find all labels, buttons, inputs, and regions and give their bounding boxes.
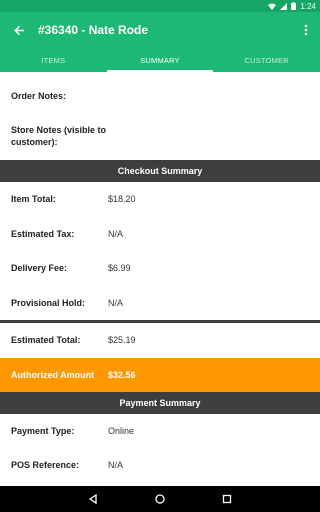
estimated-total-row: Estimated Total: $25.19 [0,323,320,358]
authorized-amount-row: Authorized Amount $32.56 [0,357,320,392]
item-total-label: Item Total: [11,194,56,205]
tab-summary[interactable]: SUMMARY [106,48,214,72]
tab-items[interactable]: ITEMS [0,48,107,72]
payment-type-row: Payment Type: Online [0,414,320,449]
provisional-hold-row: Provisional Hold: N/A [0,286,320,321]
signal-icon [280,2,288,10]
pos-reference-label: POS Reference: [11,460,80,471]
checkout-summary-header: Checkout Summary [0,160,320,182]
estimated-tax-label: Estimated Tax: [11,228,75,239]
estimated-total-value: $25.19 [108,335,136,346]
estimated-tax-row: Estimated Tax: N/A [0,217,320,252]
nav-back-icon[interactable] [88,494,98,504]
delivery-fee-row: Delivery Fee: $6.99 [0,251,320,286]
status-time: 1:24 [300,1,316,11]
page-title: #36340 - Nate Rode [38,23,149,37]
nav-home-icon[interactable] [155,494,165,504]
nav-recents-icon[interactable] [222,494,232,504]
tab-customer[interactable]: CUSTOMER [213,48,320,72]
status-bar: 1:24 [0,0,320,12]
system-nav-bar [0,486,320,512]
arrow-back-icon [13,25,24,35]
pos-reference-value: N/A [108,460,124,471]
app-bar: #36340 - Nate Rode [0,12,320,48]
item-total-row: Item Total: $18.20 [0,182,320,217]
tab-bar: ITEMS SUMMARY CUSTOMER [0,48,320,72]
payment-summary-header: Payment Summary [0,391,320,414]
overflow-menu-button[interactable] [298,12,314,48]
estimated-total-label: Estimated Total: [11,335,81,346]
delivery-fee-label: Delivery Fee: [11,263,68,274]
store-notes-label: Store Notes (visible to customer): [11,125,107,147]
pos-reference-row: POS Reference: N/A [0,448,320,483]
wifi-icon [268,3,277,10]
authorized-amount-value: $32.56 [108,369,136,380]
more-vert-icon [304,24,308,36]
provisional-hold-value: N/A [108,297,124,308]
summary-content: Order Notes: Store Notes (visible to cus… [0,72,320,483]
item-total-value: $18.20 [108,194,136,205]
back-button[interactable] [4,12,34,48]
payment-type-value: Online [108,425,135,436]
authorized-amount-label: Authorized Amount [11,369,95,380]
order-notes-label: Order Notes: [11,91,67,101]
estimated-tax-value: N/A [108,228,124,239]
payment-type-label: Payment Type: [11,425,75,436]
battery-icon [291,2,297,10]
provisional-hold-label: Provisional Hold: [11,297,86,308]
delivery-fee-value: $6.99 [108,263,131,274]
